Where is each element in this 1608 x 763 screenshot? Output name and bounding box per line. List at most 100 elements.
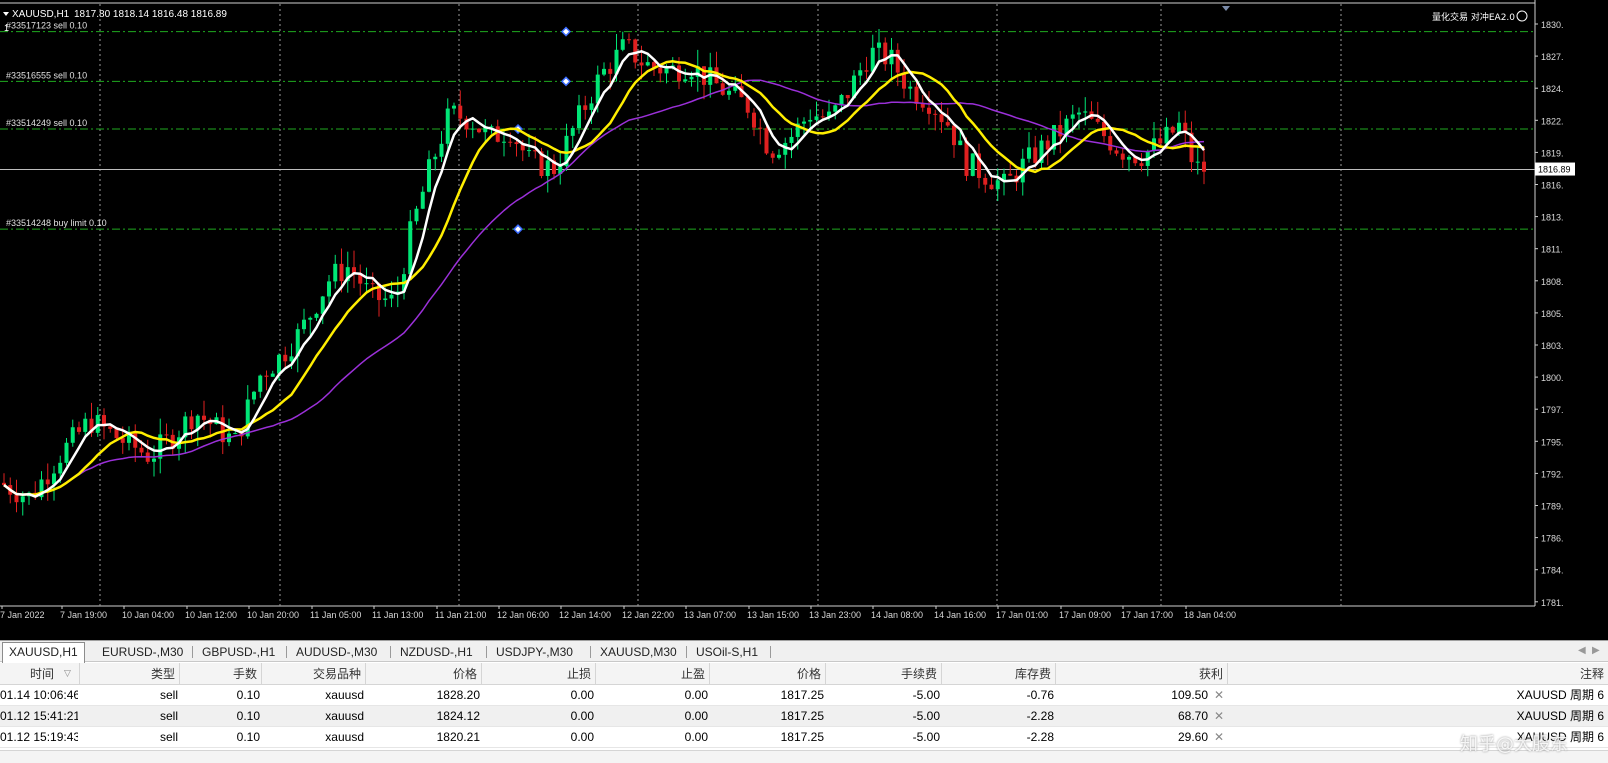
col-header-time[interactable]: 时间 ▽ — [0, 663, 80, 685]
candle-body — [858, 70, 863, 76]
y-tick-label: 1781. — [1541, 598, 1564, 608]
candle-body — [1033, 147, 1038, 163]
candle-body — [1177, 122, 1181, 133]
cell-swap: -2.28 — [1026, 709, 1054, 723]
chart-ohlc-label: 1817.80 1818.14 1816.48 1816.89 — [74, 9, 227, 20]
tab-nzdusd-h1[interactable]: NZDUSD-,H1 — [394, 643, 479, 662]
candle-body — [833, 105, 838, 112]
candle-body — [877, 42, 881, 48]
y-tick-label: 1824. — [1541, 84, 1564, 94]
x-tick-label: 17 Jan 01:00 — [996, 610, 1048, 620]
col-header-type[interactable]: 类型 — [80, 663, 180, 685]
cell-sl[interactable]: 0.00 — [482, 727, 594, 748]
candle-body — [527, 150, 531, 152]
tab-xauusd-h1[interactable]: XAUUSD,H1 — [2, 642, 85, 663]
candle-body — [333, 263, 338, 282]
y-tick-label: 1789. — [1541, 502, 1564, 512]
candle-body — [70, 427, 75, 443]
cell-lots: 0.10 — [236, 688, 260, 702]
cell-sl[interactable]: 0.00 — [482, 706, 594, 727]
cell-type: sell — [159, 688, 178, 702]
col-header-tp[interactable]: 止盈 — [596, 663, 710, 685]
col-header-sl[interactable]: 止损 — [482, 663, 596, 685]
candle-body — [895, 49, 900, 73]
candle-body — [1095, 118, 1100, 122]
tab-separator — [286, 646, 287, 658]
price-chart[interactable]: 1830. 1827. 1824. 1822. 1819. 1816. 1813. 1811.… — [0, 0, 1608, 640]
x-tick-label: 11 Jan 13:00 — [372, 610, 423, 620]
y-tick-label: 1816. — [1541, 181, 1564, 191]
ea-label: 量化交易 对冲EA2.0 — [1432, 11, 1515, 23]
close-position-icon[interactable]: ✕ — [1212, 706, 1226, 727]
candle-body — [383, 298, 388, 301]
candle-body — [983, 177, 988, 185]
col-header-commission[interactable]: 手续费 — [826, 663, 942, 685]
candle-body — [233, 433, 238, 435]
cell-symbol: xauusd — [325, 709, 364, 723]
cell-tp[interactable]: 0.00 — [596, 685, 708, 706]
tab-gbpusd-h1[interactable]: GBPUSD-,H1 — [196, 643, 281, 662]
candle-body — [770, 153, 775, 158]
x-tick-label: 11 Jan 05:00 — [310, 610, 361, 620]
candle-body — [920, 103, 925, 108]
order-line-label: #33514248 buy limit 0.10 — [6, 218, 107, 228]
order-line-label: #33516555 sell 0.10 — [6, 70, 87, 80]
col-header-current-price[interactable]: 价格 — [710, 663, 826, 685]
col-header-lots[interactable]: 手数 — [180, 663, 262, 685]
x-tick-label: 7 Jan 2022 — [0, 610, 45, 620]
y-tick-label: 1803. — [1541, 341, 1564, 351]
tab-eurusd-m30[interactable]: EURUSD-,M30 — [96, 643, 189, 662]
candle-body — [945, 122, 950, 126]
candle-body — [758, 127, 763, 129]
candle-body — [433, 156, 438, 160]
table-header-row: 时间 ▽ 类型 手数 交易品种 价格 止损 止盈 价格 手续费 库存费 获利 注… — [0, 663, 1608, 685]
col-header-symbol[interactable]: 交易品种 — [262, 663, 366, 685]
cell-sl[interactable]: 0.00 — [482, 685, 594, 706]
tab-scroll-right-icon[interactable]: ▶ — [1592, 645, 1600, 656]
candle-body — [1083, 111, 1088, 113]
candle-body — [508, 141, 513, 143]
tab-scroll-left-icon[interactable]: ◀ — [1578, 645, 1586, 656]
tab-xauusd-m30[interactable]: XAUUSD,M30 — [594, 643, 683, 662]
col-header-price[interactable]: 价格 — [366, 663, 482, 685]
order-line-label: #33514249 sell 0.10 — [6, 118, 87, 128]
chart-canvas[interactable]: 1830. 1827. 1824. 1822. 1819. 1816. 1813. 1811.… — [0, 0, 1608, 640]
close-position-icon[interactable]: ✕ — [1212, 685, 1226, 706]
candle-body — [589, 103, 594, 110]
candle-body — [83, 418, 88, 432]
candle-body — [1120, 153, 1125, 160]
cell-tp[interactable]: 0.00 — [596, 706, 708, 727]
col-header-profit[interactable]: 获利 — [1056, 663, 1228, 685]
table-row[interactable]: 01.12 15:19:43 sell 0.10 xauusd 1820.21 … — [0, 727, 1608, 748]
candle-body — [989, 184, 994, 190]
close-position-icon[interactable]: ✕ — [1212, 727, 1226, 748]
candle-body — [639, 62, 644, 66]
candle-body — [627, 39, 631, 41]
cell-commission: -5.00 — [912, 730, 940, 744]
cell-tp[interactable]: 0.00 — [596, 727, 708, 748]
col-header-swap[interactable]: 库存费 — [942, 663, 1056, 685]
candle-body — [1114, 150, 1119, 154]
candle-body — [570, 128, 575, 136]
x-tick-label: 12 Jan 14:00 — [559, 610, 611, 620]
candle-body — [420, 191, 425, 209]
table-row[interactable]: 01.12 15:41:21 sell 0.10 xauusd 1824.12 … — [0, 706, 1608, 727]
sort-icon: ▽ — [64, 669, 71, 679]
candle-body — [958, 140, 963, 146]
y-tick-label: 1805. — [1541, 309, 1564, 319]
candle-body — [202, 415, 206, 420]
candle-body — [277, 354, 281, 374]
candle-body — [608, 68, 613, 74]
candle-body — [502, 141, 506, 143]
table-row[interactable]: 01.14 10:06:46 sell 0.10 xauusd 1828.20 … — [0, 685, 1608, 706]
tab-audusd-m30[interactable]: AUDUSD-,M30 — [290, 643, 383, 662]
candle-body — [452, 105, 456, 109]
tab-usdjpy-m30[interactable]: USDJPY-,M30 — [490, 643, 579, 662]
candle-body — [302, 319, 306, 330]
cell-swap: -2.28 — [1026, 730, 1054, 744]
tab-usoil-h1[interactable]: USOil-S,H1 — [690, 643, 764, 662]
candle-body — [370, 283, 375, 285]
cell-type: sell — [159, 709, 178, 723]
col-header-comment[interactable]: 注释 — [1228, 663, 1608, 685]
candle-body — [802, 121, 806, 124]
